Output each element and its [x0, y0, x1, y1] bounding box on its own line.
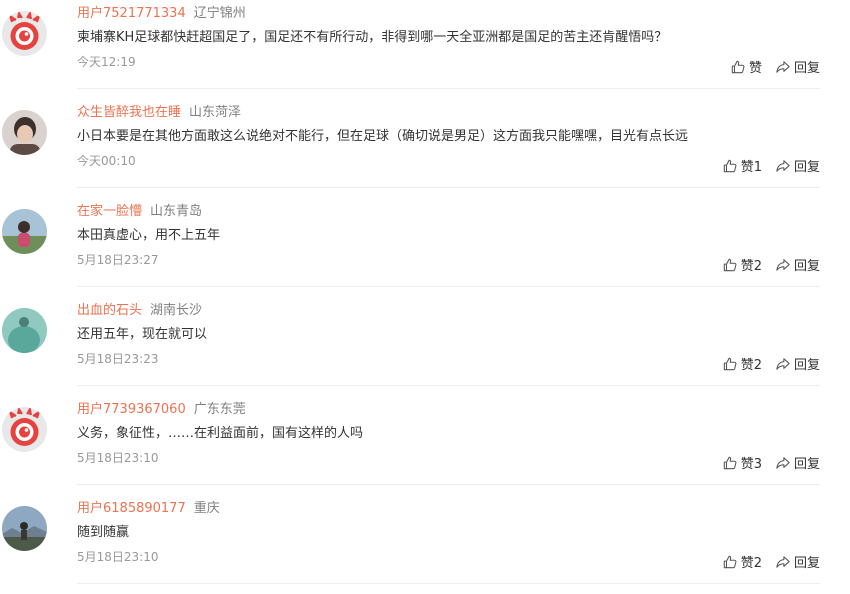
username-link[interactable]: 用户6185890177: [77, 501, 186, 516]
comment-text: 本田真虚心，用不上五年: [77, 228, 221, 243]
user-avatar[interactable]: [2, 506, 47, 551]
comment-divider: [77, 583, 820, 584]
reply-label: 回复: [793, 259, 820, 274]
share-arrow-icon: [776, 258, 794, 272]
like-button[interactable]: 赞2: [723, 354, 762, 373]
username-link[interactable]: 用户7739367060: [77, 402, 186, 417]
comment-item: 众生皆醉我也在睡 山东菏泽小日本要是在其他方面敢这么说绝对不能行，但在足球（确切说…: [0, 99, 850, 198]
comment-text: 还用五年，现在就可以: [77, 327, 208, 342]
comment-timestamp: 5月18日23:10: [77, 451, 159, 465]
user-location: 辽宁锦州: [193, 6, 246, 21]
comment-timestamp: 5月18日23:27: [77, 253, 159, 267]
reply-button[interactable]: 回复: [776, 57, 820, 76]
comment-item: 出血的石头 湖南长沙还用五年，现在就可以 5月18日23:23 赞2 回复: [0, 297, 850, 396]
share-arrow-icon: [776, 159, 794, 173]
user-location: 山东菏泽: [189, 105, 242, 120]
user-avatar[interactable]: [2, 209, 47, 254]
like-button[interactable]: 赞1: [723, 156, 762, 175]
comment-timestamp: 今天12:19: [77, 55, 136, 69]
like-label: 赞: [748, 61, 762, 76]
comment-actions: 赞3 回复: [723, 453, 820, 472]
username-link[interactable]: 众生皆醉我也在睡: [77, 105, 181, 120]
reply-label: 回复: [793, 358, 820, 373]
comment-text: 随到随赢: [77, 525, 130, 540]
reply-button[interactable]: 回复: [776, 255, 820, 274]
like-label: 赞2: [740, 259, 762, 274]
reply-label: 回复: [793, 61, 820, 76]
comment-timestamp: 今天00:10: [77, 154, 136, 168]
like-label: 赞3: [740, 457, 762, 472]
comment-item: 在家一脸懵 山东青岛本田真虚心，用不上五年 5月18日23:27 赞2 回复: [0, 198, 850, 297]
like-button[interactable]: 赞2: [723, 255, 762, 274]
like-button[interactable]: 赞: [731, 57, 762, 76]
share-arrow-icon: [776, 456, 794, 470]
comment-timestamp: 5月18日23:10: [77, 550, 159, 564]
comment-divider: [77, 286, 820, 287]
reply-button[interactable]: 回复: [776, 453, 820, 472]
user-location: 重庆: [193, 501, 220, 516]
comment-divider: [77, 187, 820, 188]
thumbs-up-icon: [723, 357, 741, 371]
comment-item: 用户7521771334 辽宁锦州柬埔寨KH足球都快赶超国足了，国足还不有所行动，…: [0, 0, 850, 99]
comment-text: 小日本要是在其他方面敢这么说绝对不能行，但在足球（确切说是男足）这方面我只能嘿嘿…: [77, 129, 689, 144]
username-link[interactable]: 用户7521771334: [77, 6, 186, 21]
thumbs-up-icon: [723, 159, 741, 173]
user-location: 湖南长沙: [150, 303, 203, 318]
share-arrow-icon: [776, 60, 794, 74]
reply-button[interactable]: 回复: [776, 354, 820, 373]
user-avatar[interactable]: [2, 407, 47, 452]
like-label: 赞1: [740, 160, 762, 175]
comment-actions: 赞2 回复: [723, 255, 820, 274]
thumbs-up-icon: [723, 456, 741, 470]
comment-divider: [77, 88, 820, 89]
comment-actions: 赞 回复: [731, 57, 820, 76]
username-link[interactable]: 出血的石头: [77, 303, 142, 318]
comment-divider: [77, 385, 820, 386]
username-link[interactable]: 在家一脸懵: [77, 204, 142, 219]
comment-divider: [77, 484, 820, 485]
user-avatar[interactable]: [2, 308, 47, 353]
share-arrow-icon: [776, 357, 794, 371]
thumbs-up-icon: [731, 60, 749, 74]
user-location: 广东东莞: [193, 402, 246, 417]
comment-item: 用户7739367060 广东东莞义务，象征性，……在利益面前，国有这样的人吗 5月…: [0, 396, 850, 495]
reply-button[interactable]: 回复: [776, 156, 820, 175]
reply-label: 回复: [793, 457, 820, 472]
like-button[interactable]: 赞3: [723, 453, 762, 472]
comment-actions: 赞1 回复: [723, 156, 820, 175]
comment-text: 义务，象征性，……在利益面前，国有这样的人吗: [77, 426, 364, 441]
comment-timestamp: 5月18日23:23: [77, 352, 159, 366]
thumbs-up-icon: [723, 258, 741, 272]
like-label: 赞2: [740, 358, 762, 373]
comment-text: 柬埔寨KH足球都快赶超国足了，国足还不有所行动，非得到哪一天全亚洲都是国足的苦主…: [77, 30, 668, 45]
comment-actions: 赞2 回复: [723, 354, 820, 373]
user-avatar[interactable]: [2, 110, 47, 155]
comment-item: 用户6185890177 重庆 随到随赢 5月18日23:10 赞2 回复: [0, 495, 850, 594]
user-location: 山东青岛: [150, 204, 203, 219]
reply-label: 回复: [793, 160, 820, 175]
user-avatar[interactable]: [2, 11, 47, 56]
